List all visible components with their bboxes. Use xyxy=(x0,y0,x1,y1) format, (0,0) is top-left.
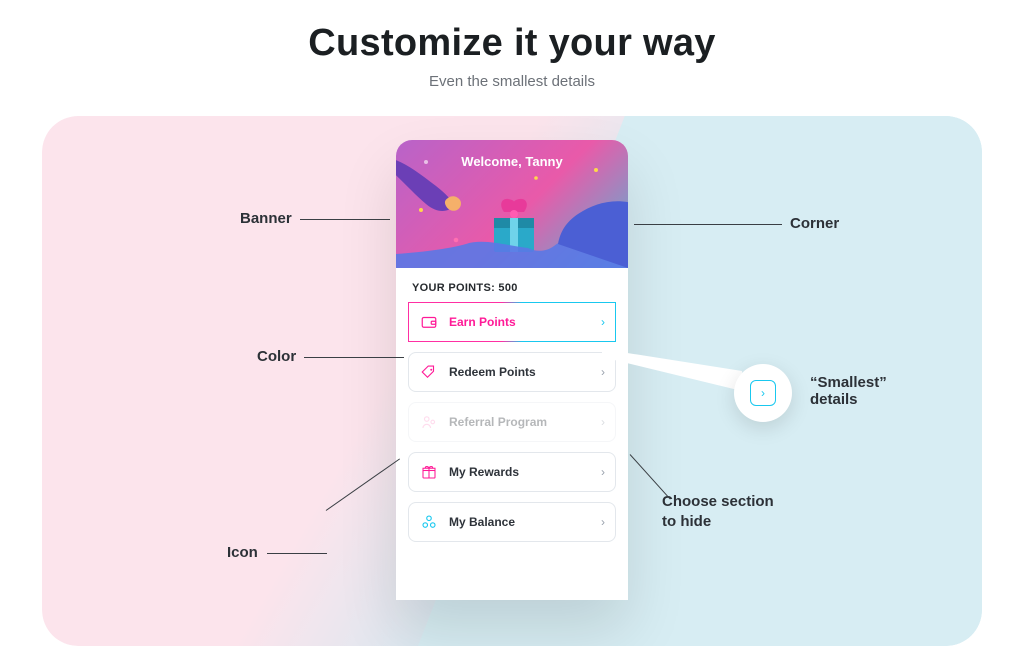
tile-referral-program[interactable]: Referral Program › xyxy=(408,402,616,442)
chevron-right-icon: › xyxy=(601,415,605,429)
callout-icon: Icon xyxy=(227,544,258,561)
callout-color: Color xyxy=(257,348,296,365)
pointer-line xyxy=(326,458,400,510)
chevron-right-icon: › xyxy=(601,315,605,329)
tile-label: Earn Points xyxy=(449,315,516,329)
chevron-right-icon: › xyxy=(601,515,605,529)
page-subtitle: Even the smallest details xyxy=(0,73,1024,90)
phone-mock: Welcome, Tanny xyxy=(396,140,628,600)
banner: Welcome, Tanny xyxy=(396,140,628,268)
tile-earn-points[interactable]: Earn Points › xyxy=(408,302,616,342)
tile-label: Referral Program xyxy=(449,415,547,429)
stage: Welcome, Tanny xyxy=(42,116,982,646)
callout-corner: Corner xyxy=(790,215,839,232)
callout-choose-section: Choose section to hide xyxy=(662,492,774,533)
tile-label: My Balance xyxy=(449,515,515,529)
pointer-line xyxy=(267,553,327,554)
referral-icon xyxy=(419,412,439,432)
chevron-right-icon: › xyxy=(601,365,605,379)
pointer-line xyxy=(634,224,782,225)
balance-icon xyxy=(419,512,439,532)
tile-label: Redeem Points xyxy=(449,365,536,379)
tile-my-balance[interactable]: My Balance › xyxy=(408,502,616,542)
zoom-circle: › xyxy=(734,364,792,422)
tile-redeem-points[interactable]: Redeem Points › xyxy=(408,352,616,392)
wallet-icon xyxy=(419,312,439,332)
tile-my-rewards[interactable]: My Rewards › xyxy=(408,452,616,492)
tile-list: Earn Points › Redeem Points › Referral P… xyxy=(396,302,628,542)
pointer-line xyxy=(304,357,404,358)
tag-icon xyxy=(419,362,439,382)
points-label: YOUR POINTS: 500 xyxy=(396,268,628,302)
callout-smallest-details: “Smallest” details xyxy=(810,374,887,408)
pointer-line xyxy=(300,219,390,220)
zoom-chevron-box: › xyxy=(750,380,776,406)
page-title: Customize it your way xyxy=(0,22,1024,65)
chevron-right-icon: › xyxy=(601,465,605,479)
banner-illustration xyxy=(396,140,628,268)
tile-label: My Rewards xyxy=(449,465,519,479)
callout-banner: Banner xyxy=(240,210,292,227)
gift-icon xyxy=(419,462,439,482)
